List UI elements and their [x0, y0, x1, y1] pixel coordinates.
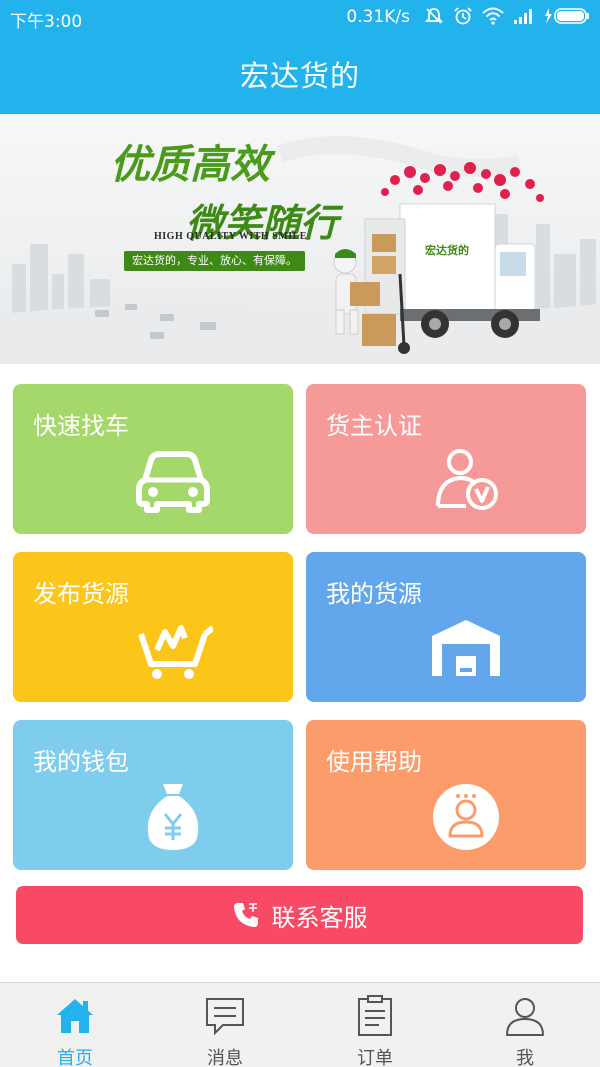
tab-orders[interactable]: 订单 [300, 983, 450, 1067]
contact-service-label: 联系客服 [271, 903, 368, 932]
order-icon [353, 995, 397, 1042]
truck-side-label: 宏达货的 [425, 244, 469, 257]
tile-label: 快速找车 [33, 412, 129, 440]
tab-label: 消息 [207, 1048, 243, 1067]
tab-label: 我 [516, 1048, 534, 1067]
promo-banner[interactable]: 优质高效 微笑随行 HIGH QUALITY WITH SMILE 宏达货的，专… [0, 114, 600, 364]
tile-label: 我的货源 [326, 580, 422, 608]
my-wallet-tile[interactable]: 我的钱包 [13, 720, 293, 870]
status-bar: 下午3:00 0.31K/s [0, 0, 600, 34]
status-icons [424, 6, 590, 26]
banner-tagline: 宏达货的，专业、放心、有保障。 [124, 251, 305, 271]
user-verified-icon [426, 444, 506, 516]
cart-icon [133, 612, 215, 684]
contact-service-button[interactable]: 联系客服 [16, 886, 583, 944]
tile-label: 货主认证 [326, 412, 422, 440]
tab-label: 首页 [57, 1048, 93, 1067]
bottom-tab-bar: 首页 消息 订单 我 [0, 982, 600, 1067]
tab-profile[interactable]: 我 [450, 983, 600, 1067]
help-person-icon [426, 780, 506, 852]
app-header: 宏达货的 [0, 34, 600, 114]
alarm-icon [453, 6, 473, 26]
tab-home[interactable]: 首页 [0, 983, 150, 1067]
my-goods-tile[interactable]: 我的货源 [306, 552, 586, 702]
status-network-speed: 0.31K/s [346, 7, 410, 27]
car-icon [133, 444, 213, 516]
battery-icon [544, 7, 590, 25]
user-help-tile[interactable]: 使用帮助 [306, 720, 586, 870]
home-icon [53, 995, 97, 1042]
signal-icon [513, 7, 535, 25]
find-vehicle-tile[interactable]: 快速找车 [13, 384, 293, 534]
phone-icon [232, 901, 260, 929]
banner-english-slogan: HIGH QUALITY WITH SMILE [154, 231, 307, 242]
tile-label: 发布货源 [33, 580, 129, 608]
tile-label: 我的钱包 [33, 748, 129, 776]
tab-messages[interactable]: 消息 [150, 983, 300, 1067]
banner-headline-1: 优质高效 [110, 141, 270, 188]
status-time: 下午3:00 [10, 12, 83, 32]
page-title: 宏达货的 [239, 59, 360, 93]
publish-goods-tile[interactable]: 发布货源 [13, 552, 293, 702]
tab-label: 订单 [357, 1048, 393, 1067]
money-bag-icon [133, 780, 213, 852]
shipper-verify-tile[interactable]: 货主认证 [306, 384, 586, 534]
tile-label: 使用帮助 [326, 748, 422, 776]
wifi-icon [482, 7, 504, 25]
warehouse-icon [426, 612, 506, 684]
mute-icon [424, 6, 444, 26]
profile-icon [503, 995, 547, 1042]
message-icon [203, 995, 247, 1042]
